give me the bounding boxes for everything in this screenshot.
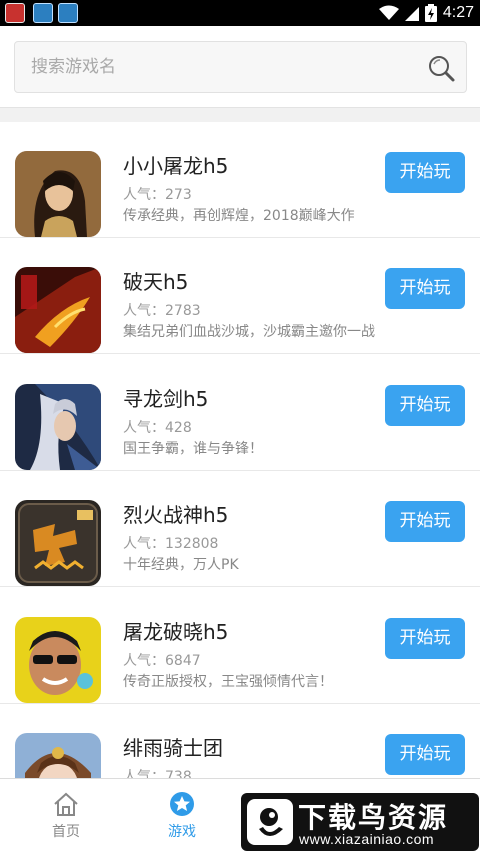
- game-description: 国王争霸，谁与争锋！: [123, 441, 263, 457]
- game-popularity: 人气：273: [123, 187, 192, 203]
- game-name: 小小屠龙h5: [123, 154, 229, 178]
- star-icon: [170, 792, 194, 816]
- status-time: 4:27: [442, 4, 474, 21]
- home-icon: [54, 792, 78, 816]
- game-list-item[interactable]: 破天h5 人气：2783 集结兄弟们血战沙城，沙城霸主邀你一战 开始玩: [0, 238, 480, 354]
- wifi-icon: [378, 5, 399, 20]
- tab-label: 游戏: [168, 824, 196, 840]
- search-input[interactable]: [31, 42, 411, 92]
- game-list-item[interactable]: 寻龙剑h5 人气：428 国王争霸，谁与争锋！ 开始玩: [0, 355, 480, 471]
- tab-home[interactable]: 首页: [26, 791, 106, 841]
- game-description: 传承经典，再创辉煌，2018巅峰大作: [123, 208, 355, 224]
- game-name: 绯雨骑士团: [123, 736, 223, 760]
- fire-character-icon: [15, 500, 101, 586]
- app-notification-icon: [33, 3, 53, 23]
- game-popularity: 人气：428: [123, 420, 192, 436]
- search-icon[interactable]: [426, 53, 456, 83]
- game-name: 屠龙破晓h5: [123, 620, 229, 644]
- actor-face-icon: [15, 617, 101, 703]
- start-play-button[interactable]: 开始玩: [385, 618, 465, 659]
- tab-label: 首页: [52, 824, 80, 840]
- watermark-banner: 下载鸟资源 www.xiazainiao.com: [241, 793, 479, 851]
- game-list-item[interactable]: 屠龙破晓h5 人气：6847 传奇正版授权，王宝强倾情代言！ 开始玩: [0, 588, 480, 704]
- game-list-item[interactable]: 烈火战神h5 人气：132808 十年经典，万人PK 开始玩: [0, 471, 480, 587]
- anime-girl-icon: [15, 733, 101, 778]
- search-box[interactable]: [14, 41, 467, 93]
- start-play-button[interactable]: 开始玩: [385, 152, 465, 193]
- game-list: 小小屠龙h5 人气：273 传承经典，再创辉煌，2018巅峰大作 开始玩 破天h…: [0, 122, 480, 778]
- game-description: 传奇正版授权，王宝强倾情代言！: [123, 674, 333, 690]
- app-notification-icon: [58, 3, 78, 23]
- start-play-button[interactable]: 开始玩: [385, 734, 465, 775]
- game-description: 集结兄弟们血战沙城，沙城霸主邀你一战: [123, 324, 375, 340]
- game-name: 寻龙剑h5: [123, 387, 209, 411]
- signal-icon: [404, 7, 419, 21]
- watermark-title: 下载鸟资源: [298, 801, 449, 834]
- game-popularity: 人气：132808: [123, 536, 219, 552]
- battery-icon: [424, 4, 437, 22]
- search-header: [0, 26, 480, 108]
- warrior-woman-icon: [15, 151, 101, 237]
- game-popularity: 人气：738: [123, 769, 192, 778]
- tab-games[interactable]: 游戏: [142, 791, 222, 841]
- bird-logo-icon: [247, 799, 293, 845]
- start-play-button[interactable]: 开始玩: [385, 268, 465, 309]
- app-notification-icon: [5, 3, 25, 23]
- game-popularity: 人气：2783: [123, 303, 201, 319]
- start-play-button[interactable]: 开始玩: [385, 501, 465, 542]
- watermark-url: www.xiazainiao.com: [299, 831, 435, 847]
- game-popularity: 人气：6847: [123, 653, 201, 669]
- game-description: 十年经典，万人PK: [123, 557, 239, 573]
- game-list-item[interactable]: 绯雨骑士团 人气：738 开始玩: [0, 704, 480, 778]
- game-name: 烈火战神h5: [123, 503, 229, 527]
- status-bar: 4:27: [0, 0, 480, 26]
- dragon-warrior-icon: [15, 267, 101, 353]
- game-list-item[interactable]: 小小屠龙h5 人气：273 传承经典，再创辉煌，2018巅峰大作 开始玩: [0, 122, 480, 238]
- swordsman-icon: [15, 384, 101, 470]
- start-play-button[interactable]: 开始玩: [385, 385, 465, 426]
- game-name: 破天h5: [123, 270, 189, 294]
- section-divider: [0, 108, 480, 122]
